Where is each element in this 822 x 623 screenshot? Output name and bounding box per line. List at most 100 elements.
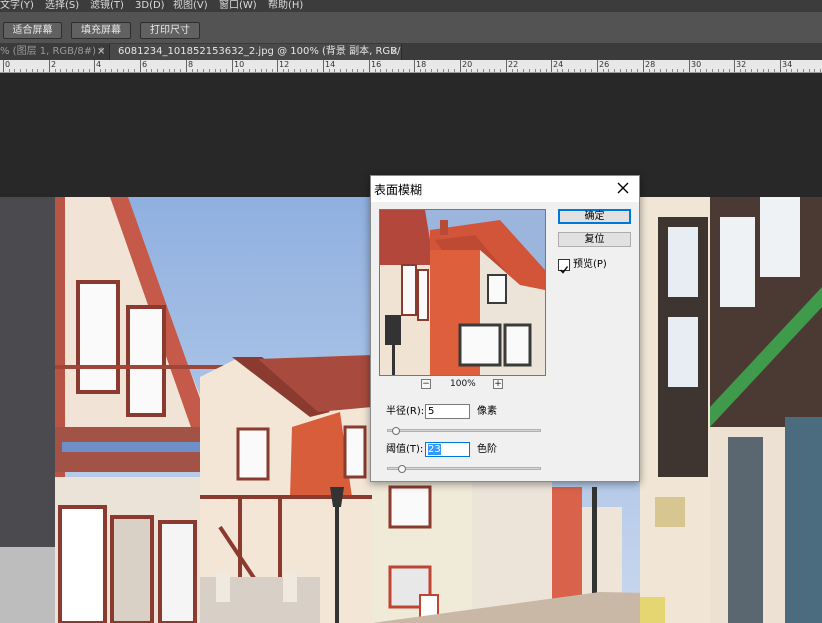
radius-slider-track[interactable] bbox=[387, 427, 541, 435]
ruler-minor-tick bbox=[66, 69, 67, 72]
ruler-major-tick bbox=[186, 60, 187, 72]
ruler-minor-tick bbox=[306, 69, 307, 72]
ruler-minor-tick bbox=[197, 69, 198, 72]
ruler-major-tick bbox=[460, 60, 461, 72]
ruler-minor-tick bbox=[14, 69, 15, 72]
ruler-minor-tick bbox=[169, 69, 170, 72]
ok-button[interactable]: 确定 bbox=[558, 209, 631, 224]
radius-slider-thumb[interactable] bbox=[392, 427, 400, 435]
ruler-minor-tick bbox=[448, 69, 449, 72]
ruler-minor-tick bbox=[226, 69, 227, 72]
zoom-in-button[interactable]: + bbox=[493, 379, 503, 389]
threshold-slider-thumb[interactable] bbox=[398, 465, 406, 473]
ruler-major-tick bbox=[597, 60, 598, 72]
close-icon[interactable]: × bbox=[390, 44, 398, 59]
print-size-button[interactable]: 打印尺寸 bbox=[140, 22, 200, 39]
close-icon[interactable] bbox=[615, 180, 631, 196]
close-icon[interactable]: × bbox=[97, 44, 105, 59]
radius-unit: 像素 bbox=[477, 406, 497, 417]
ruler-minor-tick bbox=[803, 69, 804, 72]
ruler-minor-tick bbox=[568, 69, 569, 72]
tab-layer1[interactable]: % (图层 1, RGB/8#) * × bbox=[0, 44, 108, 60]
ruler-minor-tick bbox=[797, 69, 798, 72]
ruler-minor-tick bbox=[272, 69, 273, 72]
filter-preview[interactable] bbox=[379, 209, 546, 376]
preview-checkbox-label: 预览(P) bbox=[573, 259, 607, 270]
ruler-minor-tick bbox=[512, 69, 513, 72]
ruler-minor-tick bbox=[37, 69, 38, 72]
ruler-minor-tick bbox=[562, 69, 563, 72]
ruler-minor-tick bbox=[249, 69, 250, 72]
menu-select[interactable]: 选择(S) bbox=[45, 0, 79, 11]
ruler-minor-tick bbox=[768, 69, 769, 72]
ruler-label: 28 bbox=[645, 60, 656, 69]
ruler-major-tick bbox=[689, 60, 690, 72]
ruler-minor-tick bbox=[529, 69, 530, 72]
menu-filter[interactable]: 滤镜(T) bbox=[90, 0, 124, 11]
menu-text[interactable]: 文字(Y) bbox=[0, 0, 34, 11]
ruler-minor-tick bbox=[380, 69, 381, 72]
ruler-minor-tick bbox=[203, 69, 204, 72]
ruler-minor-tick bbox=[288, 69, 289, 72]
menu-window[interactable]: 窗口(W) bbox=[219, 0, 257, 11]
ruler-label: 32 bbox=[736, 60, 747, 69]
ruler-minor-tick bbox=[329, 69, 330, 72]
ruler-minor-tick bbox=[471, 69, 472, 72]
tab-active-document[interactable]: 6081234_101852153632_2.jpg @ 100% (背景 副本… bbox=[109, 44, 402, 60]
ruler-minor-tick bbox=[340, 69, 341, 72]
ruler-minor-tick bbox=[820, 69, 821, 72]
menu-view[interactable]: 视图(V) bbox=[173, 0, 208, 11]
ruler-minor-tick bbox=[706, 69, 707, 72]
ruler-major-tick bbox=[232, 60, 233, 72]
ruler-label: 2 bbox=[51, 60, 57, 69]
ruler-minor-tick bbox=[163, 69, 164, 72]
ruler-minor-tick bbox=[786, 69, 787, 72]
ruler-minor-tick bbox=[608, 69, 609, 72]
fill-screen-button[interactable]: 填充屏幕 bbox=[71, 22, 131, 39]
ruler-label: 8 bbox=[188, 60, 194, 69]
fit-screen-button[interactable]: 适合屏幕 bbox=[3, 22, 62, 39]
ruler-minor-tick bbox=[649, 69, 650, 72]
ruler-minor-tick bbox=[443, 69, 444, 72]
ruler-minor-tick bbox=[672, 69, 673, 72]
threshold-slider-track[interactable] bbox=[387, 465, 541, 473]
ruler-minor-tick bbox=[261, 69, 262, 72]
ruler-minor-tick bbox=[729, 69, 730, 72]
ruler-minor-tick bbox=[677, 69, 678, 72]
ruler-minor-tick bbox=[357, 69, 358, 72]
ruler-minor-tick bbox=[654, 69, 655, 72]
threshold-value: 23 bbox=[428, 444, 441, 455]
ruler-minor-tick bbox=[117, 69, 118, 72]
menu-help[interactable]: 帮助(H) bbox=[268, 0, 303, 11]
zoom-out-button[interactable]: − bbox=[421, 379, 431, 389]
ruler-major-tick bbox=[414, 60, 415, 72]
ruler-label: 30 bbox=[691, 60, 702, 69]
ruler-minor-tick bbox=[431, 69, 432, 72]
menu-3d[interactable]: 3D(D) bbox=[135, 0, 165, 11]
ruler-minor-tick bbox=[255, 69, 256, 72]
ruler-minor-tick bbox=[151, 69, 152, 72]
radius-input[interactable]: 5 bbox=[425, 404, 470, 419]
radius-label: 半径(R): bbox=[386, 406, 425, 417]
ruler-minor-tick bbox=[631, 69, 632, 72]
horizontal-ruler[interactable]: 0 2 4 6 8 10 12 14 16 18 20 22 24 26 28 30 32 34 bbox=[0, 60, 822, 73]
reset-button[interactable]: 复位 bbox=[558, 232, 631, 247]
ruler-minor-tick bbox=[386, 69, 387, 72]
ruler-label: 34 bbox=[782, 60, 793, 69]
dialog-title-bar[interactable]: 表面模糊 bbox=[371, 176, 639, 202]
ruler-minor-tick bbox=[26, 69, 27, 72]
ruler-minor-tick bbox=[683, 69, 684, 72]
ruler-minor-tick bbox=[9, 69, 10, 72]
ruler-minor-tick bbox=[89, 69, 90, 72]
ruler-label: 6 bbox=[142, 60, 148, 69]
ruler-minor-tick bbox=[535, 69, 536, 72]
ruler-major-tick bbox=[780, 60, 781, 72]
ruler-minor-tick bbox=[500, 69, 501, 72]
ruler-minor-tick bbox=[540, 69, 541, 72]
preview-zoom-controls: − 100% + bbox=[421, 379, 511, 391]
ruler-label: 16 bbox=[371, 60, 382, 69]
preview-checkbox[interactable] bbox=[558, 259, 570, 274]
ruler-minor-tick bbox=[774, 69, 775, 72]
threshold-input[interactable]: 23 bbox=[425, 442, 470, 457]
ruler-label: 20 bbox=[462, 60, 473, 69]
